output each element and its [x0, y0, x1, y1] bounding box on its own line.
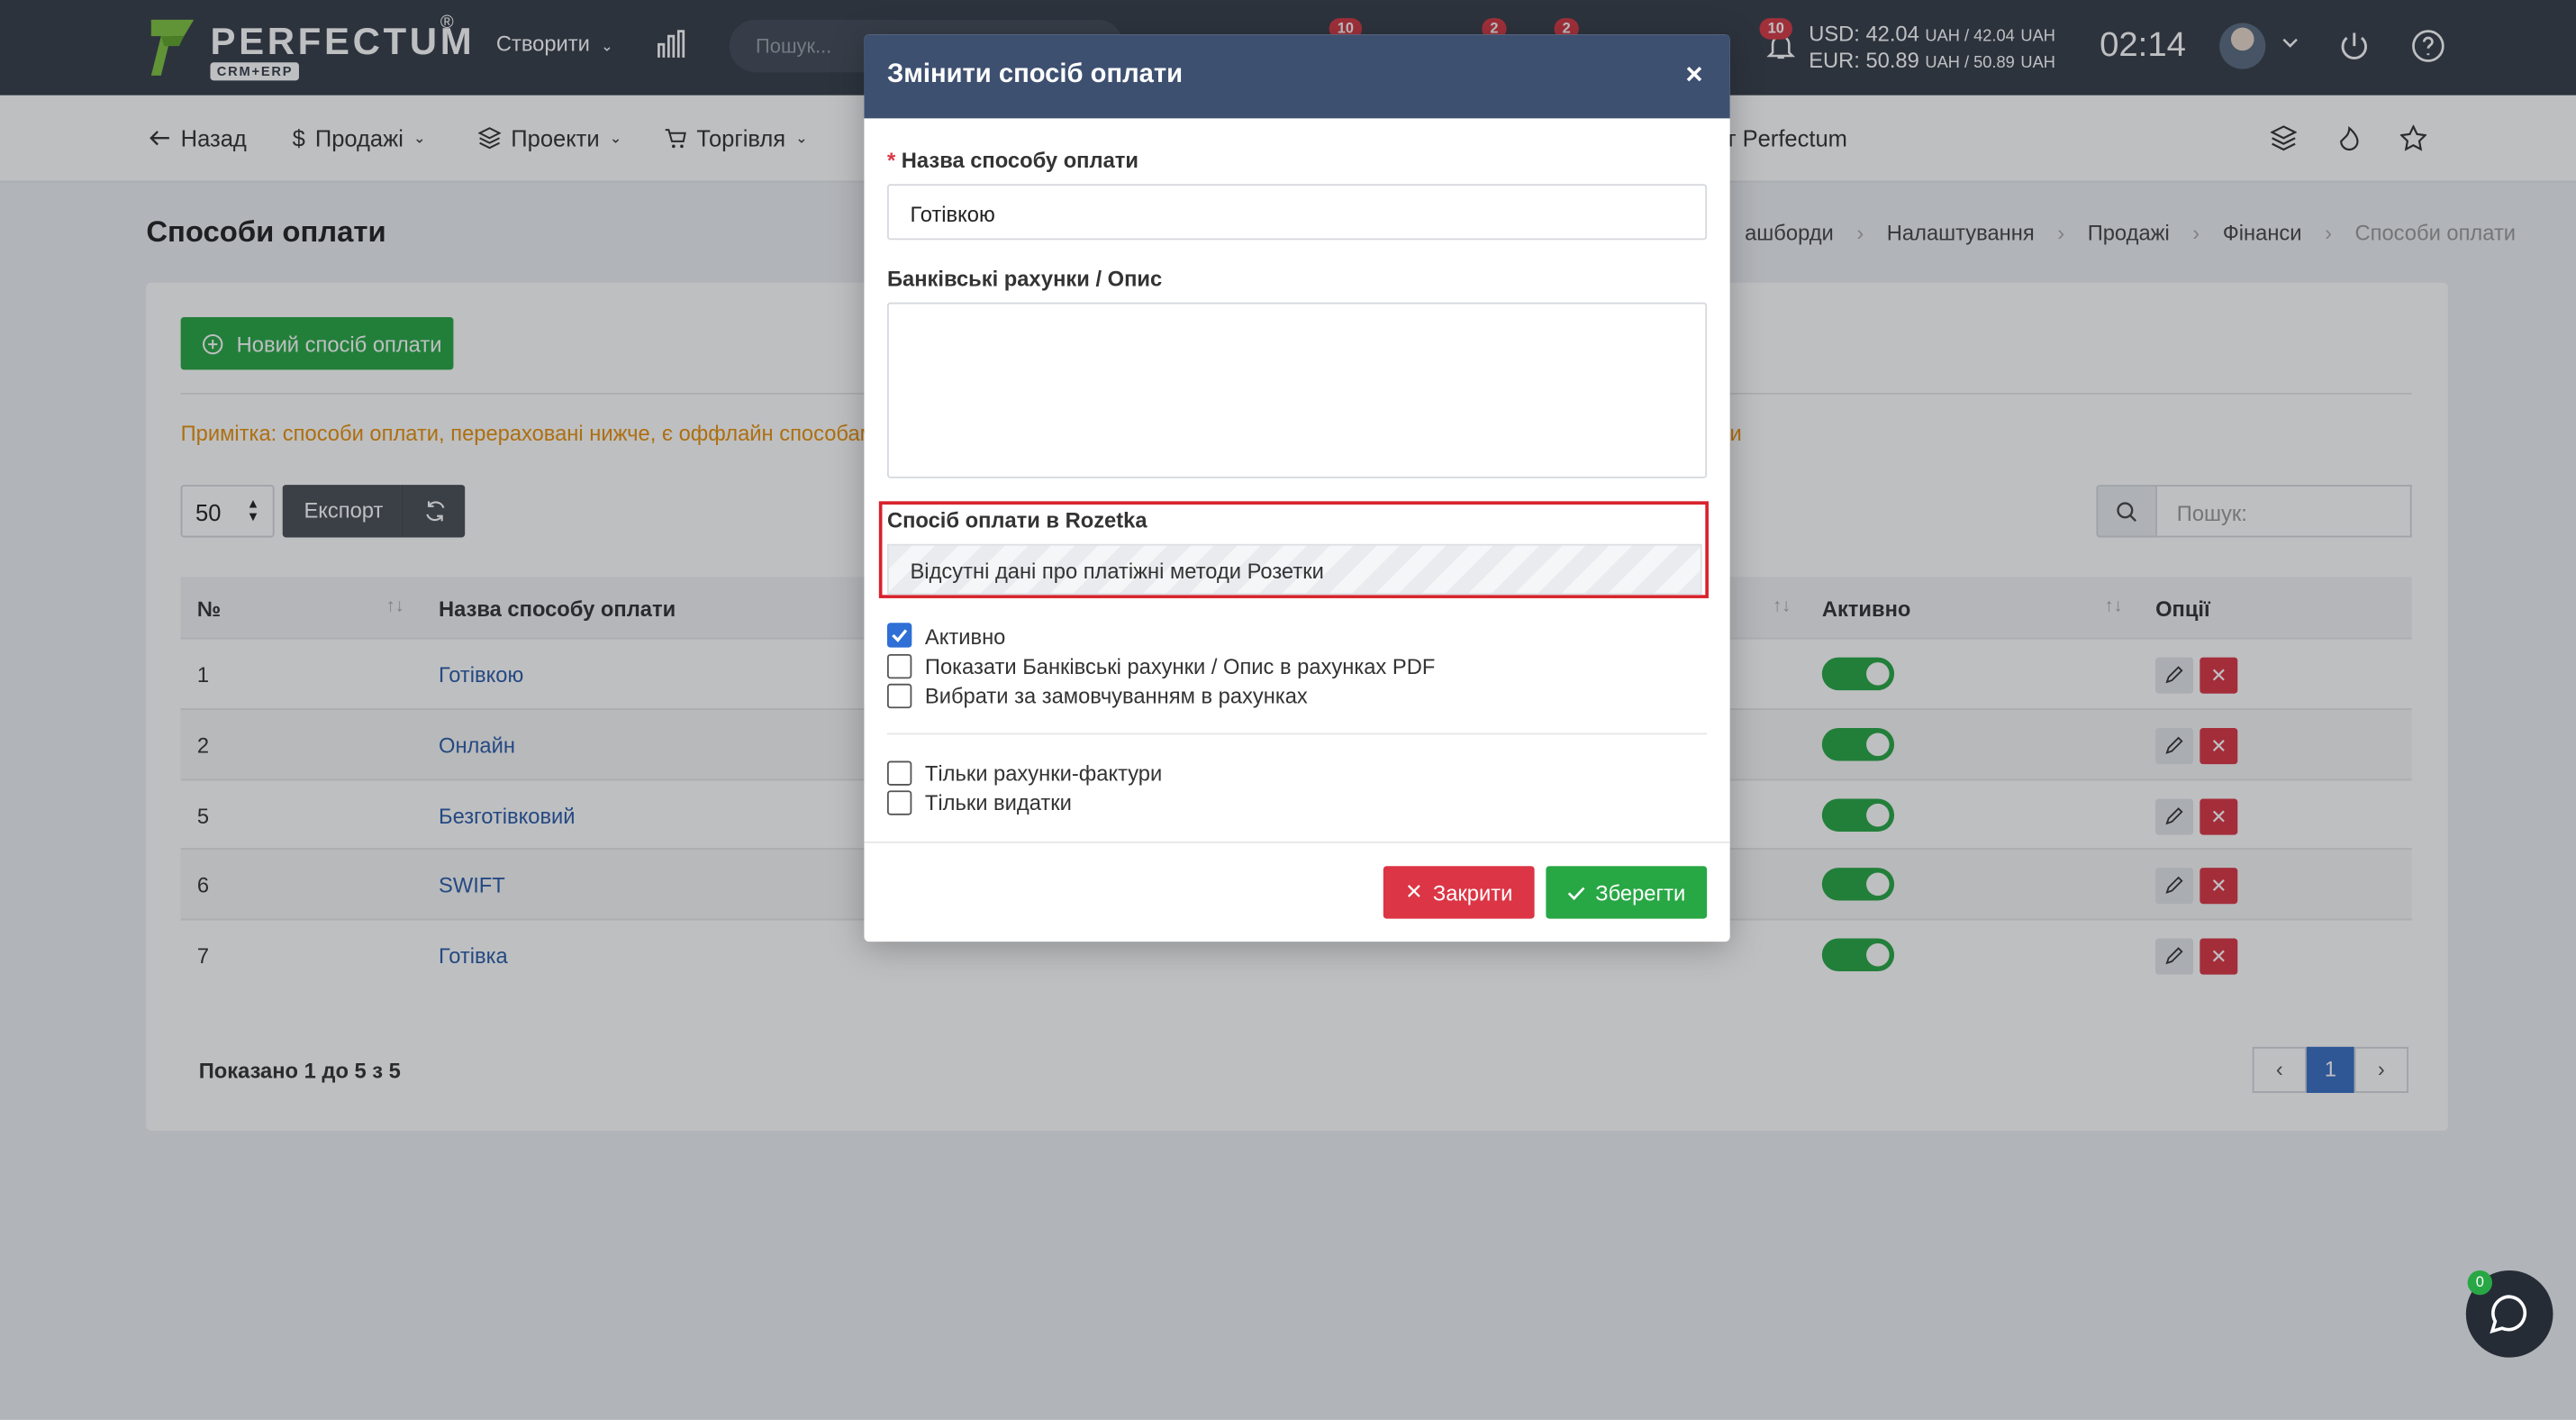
required-marker: * [886, 148, 896, 173]
close-icon[interactable]: × [1685, 58, 1702, 92]
close-icon: ✕ [1405, 878, 1423, 905]
rozetka-select-disabled: Відсутні дані про платіжні методи Розетк… [886, 543, 1702, 596]
show-bank-accounts-checkbox[interactable] [886, 653, 912, 679]
invoices-only-checkbox[interactable] [886, 760, 912, 786]
save-button-label: Зберегти [1595, 879, 1686, 906]
rozetka-label: Спосіб оплати в Rozetka [886, 507, 1147, 532]
default-in-invoices-checkbox[interactable] [886, 683, 912, 709]
checkmark-icon [892, 629, 908, 642]
app-root: PERFECTUM ® CRM+ERP Створити ⌄ Пошук... … [0, 0, 2576, 1420]
expenses-only-label[interactable]: Тільки видатки [925, 790, 1072, 815]
modal-title: Змінити спосіб оплати [886, 60, 1184, 89]
chat-bubble-icon [2490, 1295, 2527, 1334]
description-textarea[interactable] [886, 302, 1708, 478]
chat-badge: 0 [2467, 1270, 2493, 1296]
active-checkbox-label[interactable]: Активно [925, 624, 1005, 649]
name-field[interactable]: Готівкою [886, 184, 1708, 241]
modal-header: Змінити спосіб оплати × [864, 34, 1730, 119]
check-icon [1567, 886, 1585, 900]
invoices-only-label[interactable]: Тільки рахунки-фактури [925, 761, 1162, 786]
rozetka-section: Спосіб оплати в Rozetka Відсутні дані пр… [878, 501, 1709, 598]
footer-divider [864, 841, 1730, 843]
divider [886, 733, 1708, 735]
show-bank-accounts-label[interactable]: Показати Банківські рахунки / Опис в рах… [925, 654, 1435, 678]
name-label-text: Назва способу оплати [901, 148, 1138, 173]
close-button-label: Закрити [1432, 879, 1513, 906]
description-label: Банківські рахунки / Опис [886, 266, 1163, 291]
expenses-only-checkbox[interactable] [886, 790, 912, 815]
edit-payment-method-modal: Змінити спосіб оплати × * Назва способу … [864, 34, 1730, 942]
name-field-label: * Назва способу оплати [887, 148, 1138, 172]
active-checkbox[interactable] [886, 623, 912, 648]
save-button[interactable]: Зберегти [1546, 866, 1708, 919]
default-in-invoices-label[interactable]: Вибрати за замовчуванням в рахунках [925, 684, 1308, 708]
close-button[interactable]: ✕ Закрити [1383, 866, 1535, 919]
